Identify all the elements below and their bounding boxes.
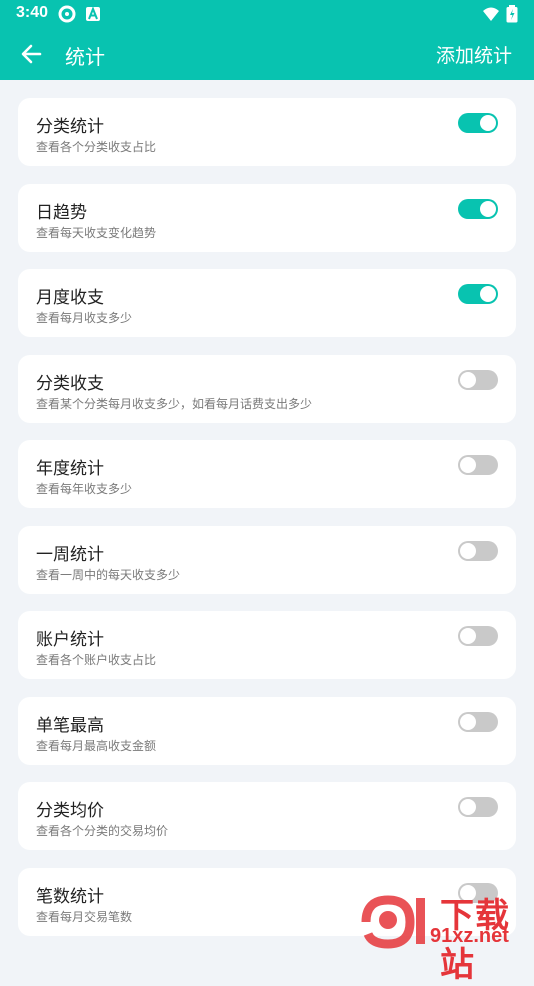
stat-item-description: 查看每年收支多少 — [36, 482, 133, 496]
toggle-knob — [460, 799, 476, 815]
a-notification-icon — [86, 6, 100, 21]
stat-item-description: 查看各个分类的交易均价 — [36, 824, 169, 838]
stat-item-description: 查看某个分类每月收支多少，如看每月话费支出多少 — [36, 396, 313, 411]
add-statistic-button[interactable]: 添加统计 — [436, 41, 512, 68]
status-time: 3:40 — [16, 4, 49, 21]
stat-item-description: 查看每天收支变化趋势 — [36, 225, 157, 240]
stat-item-single-max[interactable]: 单笔最高 查看每月最高收支金额 — [18, 696, 516, 765]
toggle-knob — [460, 628, 476, 644]
app-bar: 统计 添加统计 — [0, 28, 534, 80]
toggle-knob — [480, 200, 496, 217]
stat-item-toggle[interactable] — [458, 369, 498, 390]
stat-item-toggle[interactable] — [458, 198, 498, 219]
stat-item-description: 查看一周中的每天收支多少 — [36, 567, 181, 582]
stat-item-title: 账户统计 — [36, 630, 104, 650]
settings-sync-icon — [58, 5, 76, 23]
status-bar: 3:40 — [0, 0, 534, 28]
stat-item-category-monthly[interactable]: 分类收支 查看某个分类每月收支多少，如看每月话费支出多少 — [18, 354, 516, 423]
stat-item-daily-trend[interactable]: 日趋势 查看每天收支变化趋势 — [18, 183, 516, 252]
stat-item-category-average[interactable]: 分类均价 查看各个分类的交易均价 — [18, 782, 516, 850]
stat-item-title: 分类统计 — [36, 117, 104, 137]
statistics-list: 分类统计 查看各个分类收支占比 日趋势 查看每天收支变化趋势 月度收支 查看每月… — [18, 98, 516, 953]
stat-item-description: 查看各个分类收支占比 — [36, 140, 157, 154]
stat-item-toggle[interactable] — [458, 540, 498, 561]
toggle-knob — [460, 457, 476, 473]
stat-item-toggle[interactable] — [458, 455, 498, 475]
stat-item-monthly[interactable]: 月度收支 查看每月收支多少 — [18, 269, 516, 337]
stat-item-toggle[interactable] — [458, 711, 498, 732]
stat-item-toggle[interactable] — [458, 626, 498, 646]
stat-item-title: 笔数统计 — [36, 886, 104, 907]
page-title: 统计 — [65, 45, 105, 69]
battery-icon — [506, 5, 518, 23]
stat-item-description: 查看每月收支多少 — [36, 311, 133, 325]
stat-item-yearly[interactable]: 年度统计 查看每年收支多少 — [18, 440, 516, 508]
toggle-knob — [460, 713, 476, 730]
toggle-knob — [460, 542, 476, 559]
toggle-knob — [480, 115, 496, 131]
toggle-knob — [460, 371, 476, 388]
stat-item-toggle[interactable] — [458, 284, 498, 304]
stat-item-title: 月度收支 — [36, 288, 104, 308]
wifi-icon — [483, 7, 499, 21]
stat-item-account[interactable]: 账户统计 查看各个账户收支占比 — [18, 611, 516, 679]
stat-item-weekly[interactable]: 一周统计 查看一周中的每天收支多少 — [18, 525, 516, 594]
stat-item-title: 分类均价 — [36, 801, 104, 821]
stat-item-category[interactable]: 分类统计 查看各个分类收支占比 — [18, 98, 516, 166]
arrow-back-icon[interactable] — [18, 40, 46, 68]
stat-item-title: 分类收支 — [36, 373, 104, 394]
stat-item-title: 年度统计 — [36, 459, 104, 479]
toggle-knob — [480, 286, 496, 302]
stat-item-description: 查看各个账户收支占比 — [36, 653, 157, 667]
stat-item-title: 日趋势 — [36, 202, 87, 223]
stat-item-title: 一周统计 — [36, 544, 104, 565]
stat-item-title: 单笔最高 — [36, 715, 104, 736]
stat-item-description: 查看每月最高收支金额 — [36, 738, 157, 753]
stat-item-toggle[interactable] — [458, 113, 498, 133]
stat-item-description: 查看每月交易笔数 — [36, 909, 133, 924]
stat-item-toggle[interactable] — [458, 797, 498, 817]
watermark-url: 91xz.net — [430, 925, 509, 947]
